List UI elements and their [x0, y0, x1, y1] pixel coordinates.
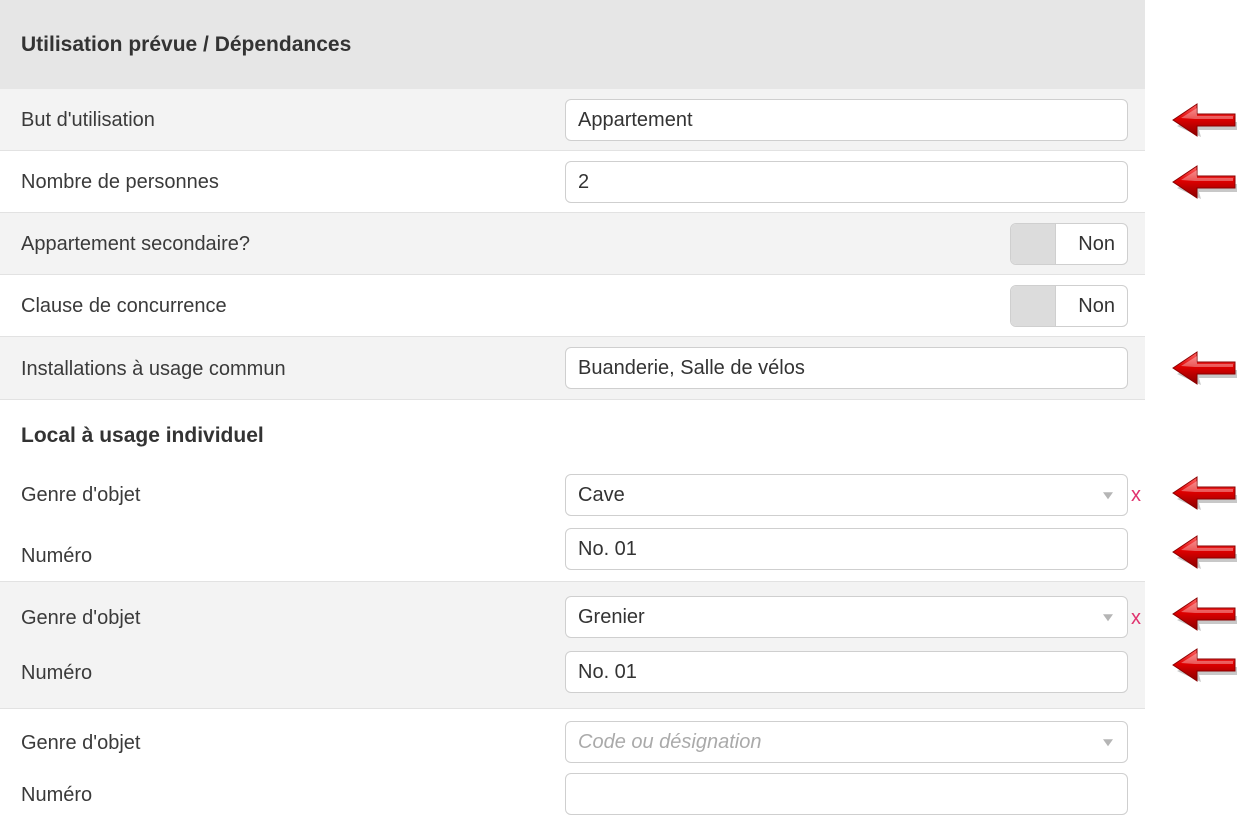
- object-type-value: Cave: [578, 483, 625, 506]
- common-value: Buanderie, Salle de vélos: [578, 356, 805, 379]
- panel-title: Utilisation prévue / Dépendances: [21, 32, 352, 56]
- toggle-knob: [1011, 224, 1056, 264]
- red-left-arrow-icon: [1171, 155, 1239, 209]
- chevron-down-icon: [1103, 614, 1113, 622]
- individual-section-title: Local à usage individuel: [21, 424, 264, 447]
- usage-row: But d'utilisation Appartement: [0, 89, 1145, 151]
- toggle-knob: [1011, 286, 1056, 326]
- persons-value: 2: [578, 170, 590, 193]
- red-left-arrow-icon: [1171, 525, 1239, 579]
- usage-value: Appartement: [578, 108, 693, 131]
- red-left-arrow-icon: [1171, 93, 1239, 147]
- object-type-label: Genre d'objet: [21, 732, 141, 754]
- persons-input[interactable]: 2: [565, 161, 1128, 203]
- number-input[interactable]: No. 01: [565, 651, 1128, 693]
- number-input[interactable]: [565, 773, 1128, 815]
- individual-item-3: Genre d'objet Code ou désignation Numéro: [0, 709, 1145, 823]
- competition-label: Clause de concurrence: [21, 295, 227, 317]
- competition-row: Clause de concurrence Non: [0, 275, 1145, 337]
- object-type-value: Grenier: [578, 605, 645, 628]
- number-label: Numéro: [21, 545, 93, 567]
- dependencies-panel: Utilisation prévue / Dépendances But d'u…: [0, 0, 1239, 823]
- panel-header: Utilisation prévue / Dépendances: [0, 0, 1145, 89]
- red-left-arrow-icon: [1171, 341, 1239, 395]
- chevron-down-icon: [1103, 739, 1113, 747]
- object-type-select[interactable]: Cave: [565, 474, 1128, 516]
- common-row: Installations à usage commun Buanderie, …: [0, 337, 1145, 400]
- red-left-arrow-icon: [1171, 587, 1239, 641]
- secondary-toggle[interactable]: Non: [1010, 223, 1128, 265]
- number-value: No. 01: [578, 660, 637, 683]
- individual-item-1: Genre d'objet Cave x Numéro No. 01: [0, 466, 1145, 582]
- secondary-label: Appartement secondaire?: [21, 233, 251, 255]
- object-type-select[interactable]: Code ou désignation: [565, 721, 1128, 763]
- individual-item-2: Genre d'objet Grenier x Numéro No. 01: [0, 582, 1145, 709]
- object-type-select[interactable]: Grenier: [565, 596, 1128, 638]
- red-left-arrow-icon: [1171, 466, 1239, 520]
- clear-object-type-icon[interactable]: x: [1131, 484, 1141, 507]
- number-label: Numéro: [21, 662, 93, 684]
- clear-object-type-icon[interactable]: x: [1131, 607, 1141, 630]
- persons-label: Nombre de personnes: [21, 171, 219, 193]
- object-type-label: Genre d'objet: [21, 484, 141, 506]
- number-label: Numéro: [21, 784, 93, 806]
- secondary-row: Appartement secondaire? Non: [0, 213, 1145, 275]
- number-value: No. 01: [578, 537, 637, 560]
- competition-toggle-value: Non: [1078, 294, 1115, 317]
- usage-input[interactable]: Appartement: [565, 99, 1128, 141]
- usage-label: But d'utilisation: [21, 109, 155, 131]
- object-type-placeholder: Code ou désignation: [578, 730, 762, 753]
- common-input[interactable]: Buanderie, Salle de vélos: [565, 347, 1128, 389]
- chevron-down-icon: [1103, 492, 1113, 500]
- red-left-arrow-icon: [1171, 638, 1239, 692]
- secondary-toggle-value: Non: [1078, 232, 1115, 255]
- competition-toggle[interactable]: Non: [1010, 285, 1128, 327]
- common-label: Installations à usage commun: [21, 358, 286, 380]
- number-input[interactable]: No. 01: [565, 528, 1128, 570]
- persons-row: Nombre de personnes 2: [0, 151, 1145, 213]
- object-type-label: Genre d'objet: [21, 607, 141, 629]
